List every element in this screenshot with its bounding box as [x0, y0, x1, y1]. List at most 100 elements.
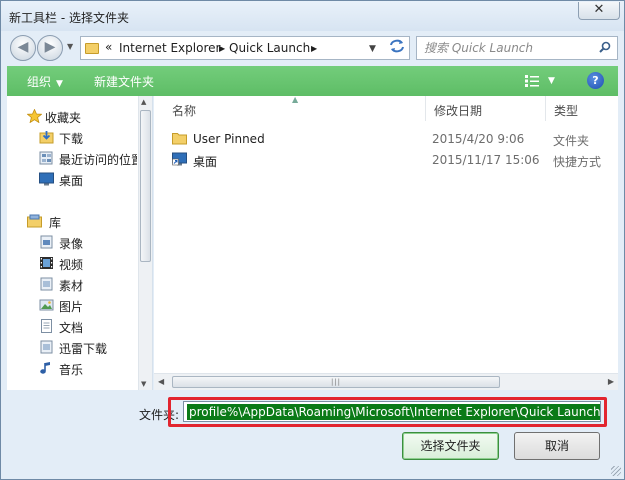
sidebar-item-xunlei-downloads[interactable]: 迅雷下载 — [7, 337, 137, 357]
scroll-right-icon[interactable]: ▶ — [608, 377, 614, 386]
view-options-caret-icon[interactable]: ▼ — [548, 76, 555, 86]
search-icon[interactable] — [599, 41, 611, 53]
new-folder-label: 新建文件夹 — [94, 75, 155, 89]
cancel-button[interactable]: 取消 — [514, 432, 600, 460]
column-header-name[interactable]: 名称 ▲ — [164, 95, 426, 121]
file-list: 名称 ▲ 修改日期 类型 User Pinned 2015/4/20 9:06 … — [154, 95, 618, 390]
sidebar-item-documents[interactable]: 文档 — [7, 316, 137, 336]
documents-icon — [41, 319, 52, 333]
sidebar-item-libraries[interactable]: 库 — [7, 211, 137, 231]
sidebar-item-downloads[interactable]: 下载 — [7, 127, 137, 147]
breadcrumb-overflow[interactable]: « — [105, 40, 112, 54]
navigation-pane: 收藏夹 下载 最近访问的位置 桌面 库 录像 视频 素材 图片 文档 迅雷下载 … — [7, 96, 153, 390]
sidebar-item-label: 素材 — [59, 279, 84, 293]
title-bar: 新工具栏 - 选择文件夹 ✕ — [1, 1, 624, 31]
search-box[interactable] — [416, 36, 618, 60]
select-folder-label: 选择文件夹 — [420, 439, 481, 453]
sidebar-item-label: 桌面 — [59, 174, 84, 188]
forward-button[interactable]: ▶ — [37, 35, 63, 61]
address-dropdown-icon[interactable]: ▼ — [369, 44, 376, 54]
back-button[interactable]: ◀ — [10, 35, 36, 61]
command-toolbar: 组织 ▼ 新建文件夹 ▼ ? — [7, 66, 618, 96]
navigation-bar: ◀ ▶ ▼ « Internet Explorer ▶ Quick Launch… — [1, 31, 624, 63]
recent-pages-dropdown-icon[interactable]: ▼ — [67, 42, 73, 51]
change-view-icon[interactable] — [525, 75, 539, 87]
shortcut-icon — [172, 152, 187, 166]
library-doc-icon — [40, 340, 53, 354]
scroll-down-icon[interactable]: ▼ — [141, 380, 146, 388]
library-icon — [27, 214, 42, 228]
sidebar-item-label: 文档 — [59, 321, 84, 335]
sidebar-item-materials[interactable]: 素材 — [7, 274, 137, 294]
refresh-arrows-icon — [390, 39, 404, 53]
close-button[interactable]: ✕ — [578, 2, 620, 20]
sort-ascending-icon: ▲ — [292, 95, 299, 104]
sidebar-item-music[interactable]: 音乐 — [7, 358, 137, 378]
organize-menu-button[interactable]: 组织 ▼ — [27, 73, 63, 90]
breadcrumb-separator-icon[interactable]: ▶ — [219, 44, 225, 53]
sidebar-item-recent-places[interactable]: 最近访问的位置 — [7, 148, 137, 168]
column-header-label: 类型 — [554, 104, 579, 118]
file-modified: 2015/11/17 15:06 — [432, 153, 540, 167]
column-header-modified[interactable]: 修改日期 — [426, 96, 546, 121]
file-list-horizontal-scrollbar[interactable]: ◀ ||| ▶ — [154, 373, 618, 390]
window-title: 新工具栏 - 选择文件夹 — [9, 11, 129, 25]
pictures-icon — [39, 299, 54, 311]
help-icon[interactable]: ? — [587, 72, 604, 89]
organize-label: 组织 — [27, 75, 52, 89]
organize-caret-icon: ▼ — [56, 79, 63, 89]
breadcrumb-separator-icon[interactable]: ▶ — [311, 44, 317, 53]
cancel-label: 取消 — [544, 439, 569, 453]
sidebar-item-label: 录像 — [59, 237, 84, 251]
column-header-label: 名称 — [172, 104, 197, 118]
sidebar-item-favorites[interactable]: 收藏夹 — [7, 106, 137, 126]
new-folder-button[interactable]: 新建文件夹 — [94, 73, 154, 90]
recent-places-icon — [39, 151, 53, 165]
sidebar-item-label: 音乐 — [59, 363, 84, 377]
file-type: 快捷方式 — [553, 155, 602, 169]
folder-picker-dialog: 新工具栏 - 选择文件夹 ✕ ◀ ▶ ▼ « Internet Explorer… — [0, 0, 625, 480]
close-icon: ✕ — [593, 2, 605, 17]
refresh-icon[interactable] — [389, 39, 405, 57]
sidebar-item-label: 视频 — [59, 258, 84, 272]
breadcrumb-quick-launch[interactable]: Quick Launch — [229, 41, 310, 55]
sidebar-item-desktop[interactable]: 桌面 — [7, 169, 137, 189]
scroll-up-icon[interactable]: ▲ — [141, 98, 146, 106]
sidebar-item-label: 迅雷下载 — [59, 342, 108, 356]
scrollbar-thumb[interactable]: ||| — [172, 376, 500, 388]
table-row[interactable]: User Pinned 2015/4/20 9:06 文件夹 — [166, 128, 606, 148]
file-type: 文件夹 — [553, 134, 590, 148]
sidebar-item-label: 图片 — [59, 300, 84, 314]
resize-grip-icon[interactable] — [611, 466, 621, 476]
table-row[interactable]: 桌面 2015/11/17 15:06 快捷方式 — [166, 149, 606, 169]
column-header-type[interactable]: 类型 — [546, 96, 618, 121]
sidebar-item-pictures[interactable]: 图片 — [7, 295, 137, 315]
sidebar-item-label: 最近访问的位置 — [59, 153, 137, 167]
library-doc-icon — [40, 277, 53, 291]
folder-path-field[interactable]: profile%\AppData\Roaming\Microsoft\Inter… — [183, 401, 601, 422]
sidebar-item-recordings[interactable]: 录像 — [7, 232, 137, 252]
sidebar-item-label: 收藏夹 — [45, 111, 82, 125]
desktop-icon — [39, 172, 54, 186]
star-icon — [27, 109, 42, 123]
folder-path-selected-text[interactable]: profile%\AppData\Roaming\Microsoft\Inter… — [187, 404, 600, 420]
search-input[interactable] — [417, 37, 587, 59]
breadcrumb-internet-explorer[interactable]: Internet Explorer — [119, 41, 220, 55]
forward-arrow-icon: ▶ — [44, 39, 56, 55]
scrollbar-thumb[interactable] — [140, 110, 151, 262]
help-glyph: ? — [592, 74, 599, 87]
navigation-pane-scrollbar[interactable]: ▲ ▼ — [138, 96, 152, 390]
video-library-icon — [40, 235, 53, 249]
film-icon — [40, 257, 53, 269]
address-bar[interactable]: « Internet Explorer ▶ Quick Launch ▶ ▼ — [80, 36, 410, 60]
file-name: User Pinned — [193, 132, 265, 146]
scroll-left-icon[interactable]: ◀ — [158, 377, 164, 386]
back-arrow-icon: ◀ — [17, 39, 29, 55]
sidebar-item-label: 库 — [49, 216, 62, 230]
file-modified: 2015/4/20 9:06 — [432, 132, 525, 146]
sidebar-item-label: 下载 — [59, 132, 84, 146]
file-name: 桌面 — [193, 155, 218, 169]
select-folder-button[interactable]: 选择文件夹 — [402, 432, 499, 460]
download-folder-icon — [39, 131, 54, 144]
sidebar-item-videos[interactable]: 视频 — [7, 253, 137, 273]
